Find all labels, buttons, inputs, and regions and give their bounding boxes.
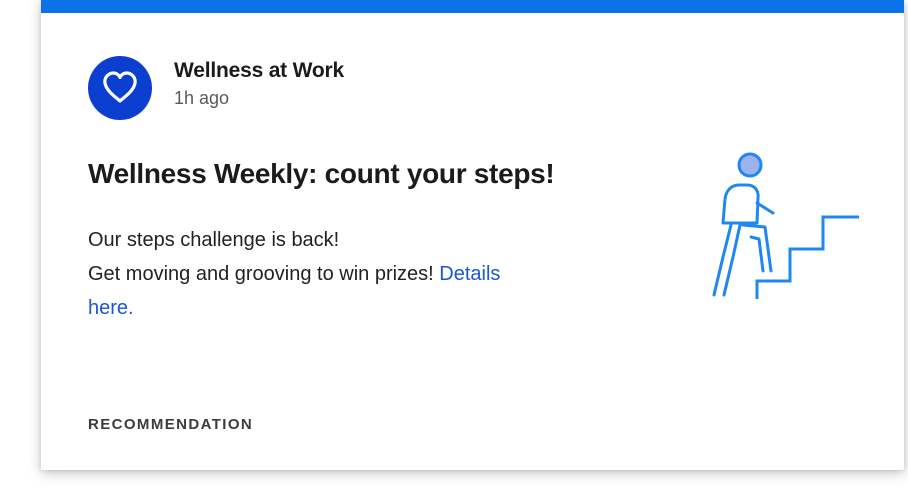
body-line-2-text: Get moving and grooving to win prizes! (88, 263, 440, 285)
section-label-recommendation: RECOMMENDATION (88, 416, 254, 433)
author-name[interactable]: Wellness at Work (174, 59, 344, 83)
card-accent-bar (41, 0, 904, 13)
post-headline: Wellness Weekly: count your steps! (88, 158, 555, 189)
post-timestamp: 1h ago (174, 88, 230, 108)
person-climbing-stairs-icon (691, 145, 866, 305)
post-body: Our steps challenge is back! Get moving … (88, 223, 608, 325)
page: Wellness at Work 1h ago Wellness Weekly:… (0, 0, 908, 487)
body-line-3: here. (88, 291, 608, 325)
body-line-2: Get moving and grooving to win prizes! D… (88, 257, 608, 291)
avatar[interactable] (88, 56, 152, 120)
heart-icon (103, 71, 137, 103)
details-link[interactable]: Details (439, 263, 500, 285)
post-card: Wellness at Work 1h ago Wellness Weekly:… (41, 0, 904, 470)
details-link-continued[interactable]: here. (88, 297, 134, 319)
body-line-1: Our steps challenge is back! (88, 229, 340, 251)
